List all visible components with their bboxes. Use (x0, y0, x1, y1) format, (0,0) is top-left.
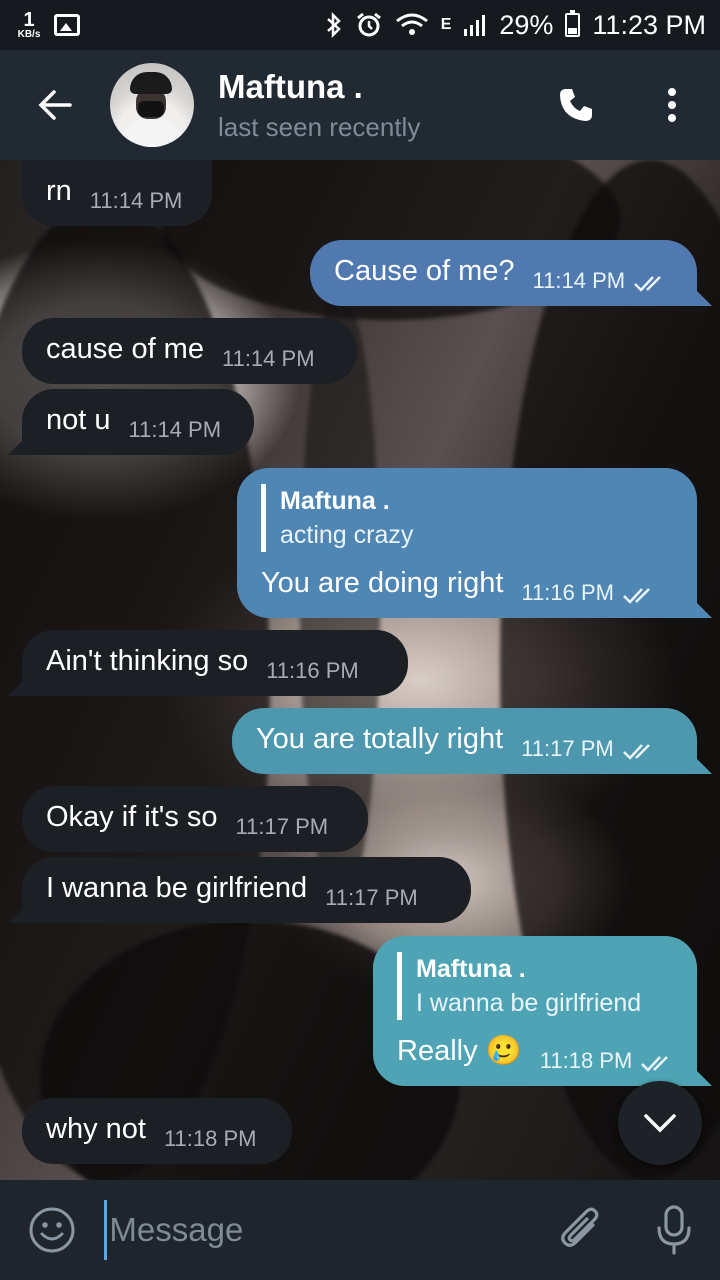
message-text: I wanna be girlfriend (46, 872, 308, 904)
message-time: 11:14 PM (221, 346, 315, 371)
message-text: not u (46, 404, 111, 436)
message-time: 11:18 PM (539, 1048, 633, 1073)
message-incoming[interactable]: Okay if it's so 11:17 PM (22, 786, 368, 852)
message-text: You are totally right (256, 723, 504, 755)
status-bar: 1 KB/s E 29% 11:23 PM (0, 0, 720, 50)
message-incoming[interactable]: rn 11:14 PM (22, 160, 212, 226)
message-time: 11:17 PM (521, 736, 614, 761)
read-receipt-icon (622, 586, 656, 618)
reply-text: acting crazy (280, 521, 414, 549)
message-text: Really 🥲 (397, 1035, 522, 1067)
contact-name: Maftuna . (218, 67, 363, 105)
reply-text: I wanna be girlfriend (416, 989, 642, 1017)
call-button[interactable] (528, 50, 624, 160)
contact-info[interactable]: Maftuna . last seen recently (218, 68, 420, 143)
read-receipt-icon (622, 742, 656, 774)
wifi-icon (395, 13, 428, 35)
signal-icon (464, 15, 486, 36)
message-time: 11:14 PM (532, 268, 626, 293)
message-time: 11:18 PM (163, 1126, 257, 1151)
emoji-button[interactable] (0, 1180, 104, 1280)
net-speed-unit: KB/s (17, 29, 41, 40)
scroll-to-bottom-button[interactable] (618, 1081, 702, 1165)
microphone-icon (656, 1205, 691, 1255)
more-vertical-icon (668, 88, 676, 122)
message-incoming[interactable]: Ain't thinking so 11:16 PM (22, 630, 408, 696)
message-outgoing-reply[interactable]: Maftuna . I wanna be girlfriend Really 🥲… (373, 936, 697, 1086)
avatar[interactable] (110, 63, 194, 147)
net-speed-indicator: 1 KB/s (14, 10, 44, 40)
message-incoming[interactable]: not u 11:14 PM (22, 389, 254, 455)
message-time: 11:16 PM (521, 580, 614, 605)
message-outgoing[interactable]: Cause of me? 11:14 PM (310, 240, 697, 306)
contact-status: last seen recently (218, 111, 421, 142)
net-speed-value: 1 (23, 9, 35, 31)
phone-icon (560, 89, 592, 121)
message-outgoing-reply[interactable]: Maftuna . acting crazy You are doing rig… (237, 468, 697, 618)
message-time: 11:17 PM (325, 885, 418, 910)
bluetooth-icon (326, 11, 341, 39)
message-time: 11:14 PM (128, 417, 222, 442)
message-time: 11:16 PM (266, 658, 359, 683)
reply-preview[interactable]: Maftuna . I wanna be girlfriend (397, 952, 641, 1020)
message-text: You are doing right (261, 567, 504, 599)
reply-preview[interactable]: Maftuna . acting crazy (261, 484, 413, 552)
voice-record-button[interactable] (627, 1180, 720, 1280)
message-incoming[interactable]: I wanna be girlfriend 11:17 PM (22, 857, 471, 923)
message-incoming[interactable]: why not 11:18 PM (22, 1098, 292, 1164)
network-type: E (440, 16, 452, 33)
message-text: why not (46, 1113, 146, 1145)
message-time: 11:14 PM (89, 188, 183, 213)
message-outgoing[interactable]: You are totally right 11:17 PM (232, 708, 697, 774)
attach-button[interactable] (534, 1180, 627, 1280)
chat-header: Maftuna . last seen recently (0, 50, 720, 160)
back-arrow-icon (38, 90, 72, 120)
message-incoming[interactable]: cause of me 11:14 PM (22, 318, 357, 384)
chevron-down-icon (644, 1114, 676, 1133)
message-text: cause of me (46, 333, 204, 365)
message-text: Okay if it's so (46, 801, 218, 833)
read-receipt-icon (633, 274, 667, 306)
message-text: rn (46, 175, 72, 207)
message-text: Cause of me? (334, 255, 515, 287)
message-input[interactable] (104, 1200, 535, 1260)
message-text: Ain't thinking so (46, 645, 249, 677)
more-menu-button[interactable] (624, 50, 720, 160)
reply-author: Maftuna . (280, 487, 390, 515)
attach-icon (560, 1207, 599, 1247)
message-composer (0, 1180, 720, 1280)
gallery-icon (54, 14, 80, 36)
emoji-icon (29, 1207, 75, 1253)
back-button[interactable] (0, 50, 110, 160)
clock: 11:23 PM (592, 9, 706, 40)
alarm-icon (356, 12, 381, 37)
battery-icon (565, 10, 581, 37)
message-time: 11:17 PM (235, 814, 329, 839)
battery-percent: 29% (499, 9, 554, 40)
reply-author: Maftuna . (416, 955, 526, 983)
